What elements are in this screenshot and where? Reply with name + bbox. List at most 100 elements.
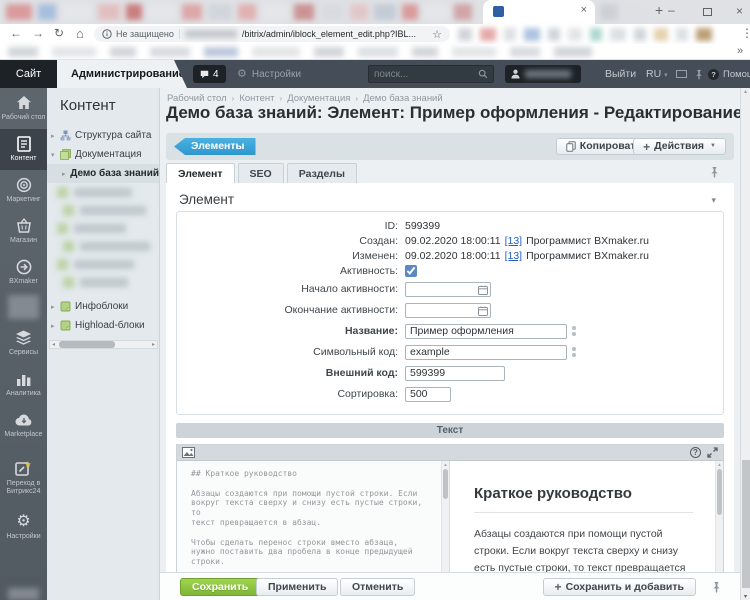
administration-tab[interactable]: Администрирование xyxy=(57,60,187,88)
scroll-up-icon[interactable]: ▴ xyxy=(741,88,750,95)
site-tab[interactable]: Сайт xyxy=(0,60,57,88)
scrollbar-thumb[interactable] xyxy=(717,469,722,515)
tree-item-label: Структура сайта xyxy=(75,130,151,141)
target-icon xyxy=(1,176,46,193)
admin-search[interactable] xyxy=(368,65,494,83)
page-scrollbar[interactable]: ▴ ▾ xyxy=(740,88,750,600)
active-checkbox[interactable] xyxy=(405,265,417,277)
markdown-editor: ? ## Краткое руководство Абзацы создаютс… xyxy=(176,444,724,572)
markdown-source[interactable]: ## Краткое руководство Абзацы создаются … xyxy=(191,469,427,572)
collapse-icon[interactable]: ▾ xyxy=(711,195,716,206)
scrollbar-thumb[interactable] xyxy=(59,341,115,348)
sidebar-item-bxmaker[interactable]: BXmaker xyxy=(0,252,47,293)
scrollbar-track[interactable] xyxy=(57,341,150,348)
sort-input[interactable] xyxy=(405,387,451,402)
scroll-right-icon[interactable]: ▸ xyxy=(150,341,157,348)
browser-active-tab[interactable]: × xyxy=(483,0,595,24)
sidebar-item-bitrix24[interactable]: Переход в Битрикс24 xyxy=(0,454,47,503)
tree-item-site-structure[interactable]: ▸ Структура сайта xyxy=(47,126,159,145)
window-maximize-button[interactable] xyxy=(703,8,712,16)
scroll-up-icon[interactable]: ▴ xyxy=(442,462,449,468)
text-section-header[interactable]: Текст xyxy=(176,423,724,438)
editor-source-pane[interactable]: ## Краткое руководство Абзацы создаются … xyxy=(177,461,450,572)
field-settings-icon[interactable] xyxy=(572,347,577,351)
back-icon[interactable]: ← xyxy=(10,26,22,40)
sidebar-item-label: Аналитика xyxy=(6,390,41,397)
actions-button[interactable]: + Действия ▼ xyxy=(633,138,726,155)
field-settings-icon[interactable] xyxy=(572,326,577,330)
save-button[interactable]: Сохранить xyxy=(180,578,260,596)
help-button[interactable]: ? Помощь xyxy=(708,60,750,88)
tree-horizontal-scrollbar[interactable]: ◂ ▸ xyxy=(49,340,158,349)
sidebar-item-content[interactable]: Контент xyxy=(0,129,47,170)
sidebar-item-marketing[interactable]: Маркетинг xyxy=(0,170,47,211)
sidebar-item-services[interactable]: Сервисы xyxy=(0,323,47,364)
desktop-mode-icon[interactable] xyxy=(676,70,687,78)
pin-footer-icon[interactable] xyxy=(711,581,722,593)
language-selector[interactable]: RU▾ xyxy=(646,60,668,88)
new-tab-button[interactable]: + xyxy=(655,2,663,18)
scroll-up-icon[interactable]: ▴ xyxy=(716,462,723,468)
tree-item-highload-blocks[interactable]: ▸ Highload-блоки xyxy=(47,316,159,335)
scroll-down-icon[interactable]: ▾ xyxy=(741,593,750,600)
sidebar-item-label: Контент xyxy=(11,155,37,162)
insert-image-icon[interactable] xyxy=(182,447,195,458)
editor-help-icon[interactable]: ? xyxy=(690,447,701,458)
pin-form-icon[interactable] xyxy=(709,166,720,178)
scrollbar-thumb[interactable] xyxy=(443,469,448,499)
scroll-left-icon[interactable]: ◂ xyxy=(50,341,57,348)
field-value: 599399 xyxy=(405,220,440,232)
sidebar-item-desktop[interactable]: Рабочий стол xyxy=(0,88,47,129)
scrollbar-thumb[interactable] xyxy=(742,460,750,588)
chevron-right-icon: ▸ xyxy=(51,132,60,140)
sidebar-item-settings[interactable]: ⚙ Настройки xyxy=(0,507,47,548)
user-id-link[interactable]: [13] xyxy=(505,250,523,262)
cancel-button[interactable]: Отменить xyxy=(340,578,415,596)
search-input[interactable] xyxy=(374,69,478,80)
search-icon xyxy=(478,69,488,79)
url-bar[interactable]: Не защищено /bitrix/admin/iblock_element… xyxy=(94,26,450,42)
tab-close-icon[interactable]: × xyxy=(581,4,587,16)
bitrix24-icon xyxy=(1,460,46,477)
home-icon[interactable]: ⌂ xyxy=(76,26,84,41)
url-path: /bitrix/admin/iblock_element_edit.php?IB… xyxy=(242,29,428,39)
elements-back-button[interactable]: Элементы xyxy=(174,138,256,155)
tree-item-documentation[interactable]: ▾ Документация xyxy=(47,145,159,164)
tab-sections[interactable]: Разделы xyxy=(287,163,357,183)
window-minimize-button[interactable]: – xyxy=(668,3,675,17)
gear-icon: ⚙ xyxy=(1,513,46,530)
save-and-add-button[interactable]: + Сохранить и добавить xyxy=(543,578,696,596)
code-input[interactable] xyxy=(405,345,567,360)
browser-menu-icon[interactable]: ⋮ xyxy=(741,26,750,40)
external-code-input[interactable] xyxy=(405,366,505,381)
sidebar-item-marketplace[interactable]: Marketplace xyxy=(0,405,47,446)
reload-icon[interactable]: ↻ xyxy=(54,26,64,40)
preview-scrollbar[interactable]: ▴ xyxy=(715,461,723,572)
bookmarks-overflow-icon[interactable]: » xyxy=(737,45,743,57)
notifications-button[interactable]: 4 xyxy=(193,65,226,83)
main-content: Рабочий стол›Контент›Документация›Демо б… xyxy=(160,88,740,600)
tree-item-demo-knowledge-base[interactable]: ▸ Демо база знаний xyxy=(47,164,159,183)
field-label: Активность: xyxy=(177,265,405,277)
apply-button[interactable]: Применить xyxy=(256,578,338,596)
fullscreen-icon[interactable] xyxy=(707,447,718,458)
calendar-icon[interactable] xyxy=(478,285,488,295)
tab-seo[interactable]: SEO xyxy=(238,163,284,183)
calendar-icon[interactable] xyxy=(478,306,488,316)
section-title[interactable]: Элемент xyxy=(176,192,724,211)
name-input[interactable] xyxy=(405,324,567,339)
window-close-button[interactable]: × xyxy=(736,4,743,18)
user-id-link[interactable]: [13] xyxy=(505,235,523,247)
logout-link[interactable]: Выйти xyxy=(605,60,636,88)
tab-element[interactable]: Элемент xyxy=(166,163,235,183)
settings-menu-button[interactable]: ⚙ Настройки xyxy=(237,60,301,88)
bookmark-star-icon[interactable]: ☆ xyxy=(432,28,442,41)
forward-icon[interactable]: → xyxy=(32,26,44,40)
tree-item-infoblocks[interactable]: ▸ Инфоблоки xyxy=(47,297,159,316)
pin-nav-icon[interactable] xyxy=(694,69,704,80)
form-tabs: Элемент SEO Разделы xyxy=(166,163,360,183)
sidebar-item-shop[interactable]: Магазин xyxy=(0,211,47,252)
sidebar-item-analytics[interactable]: Аналитика xyxy=(0,364,47,405)
source-scrollbar[interactable]: ▴ xyxy=(441,461,449,572)
user-menu[interactable] xyxy=(505,65,581,83)
